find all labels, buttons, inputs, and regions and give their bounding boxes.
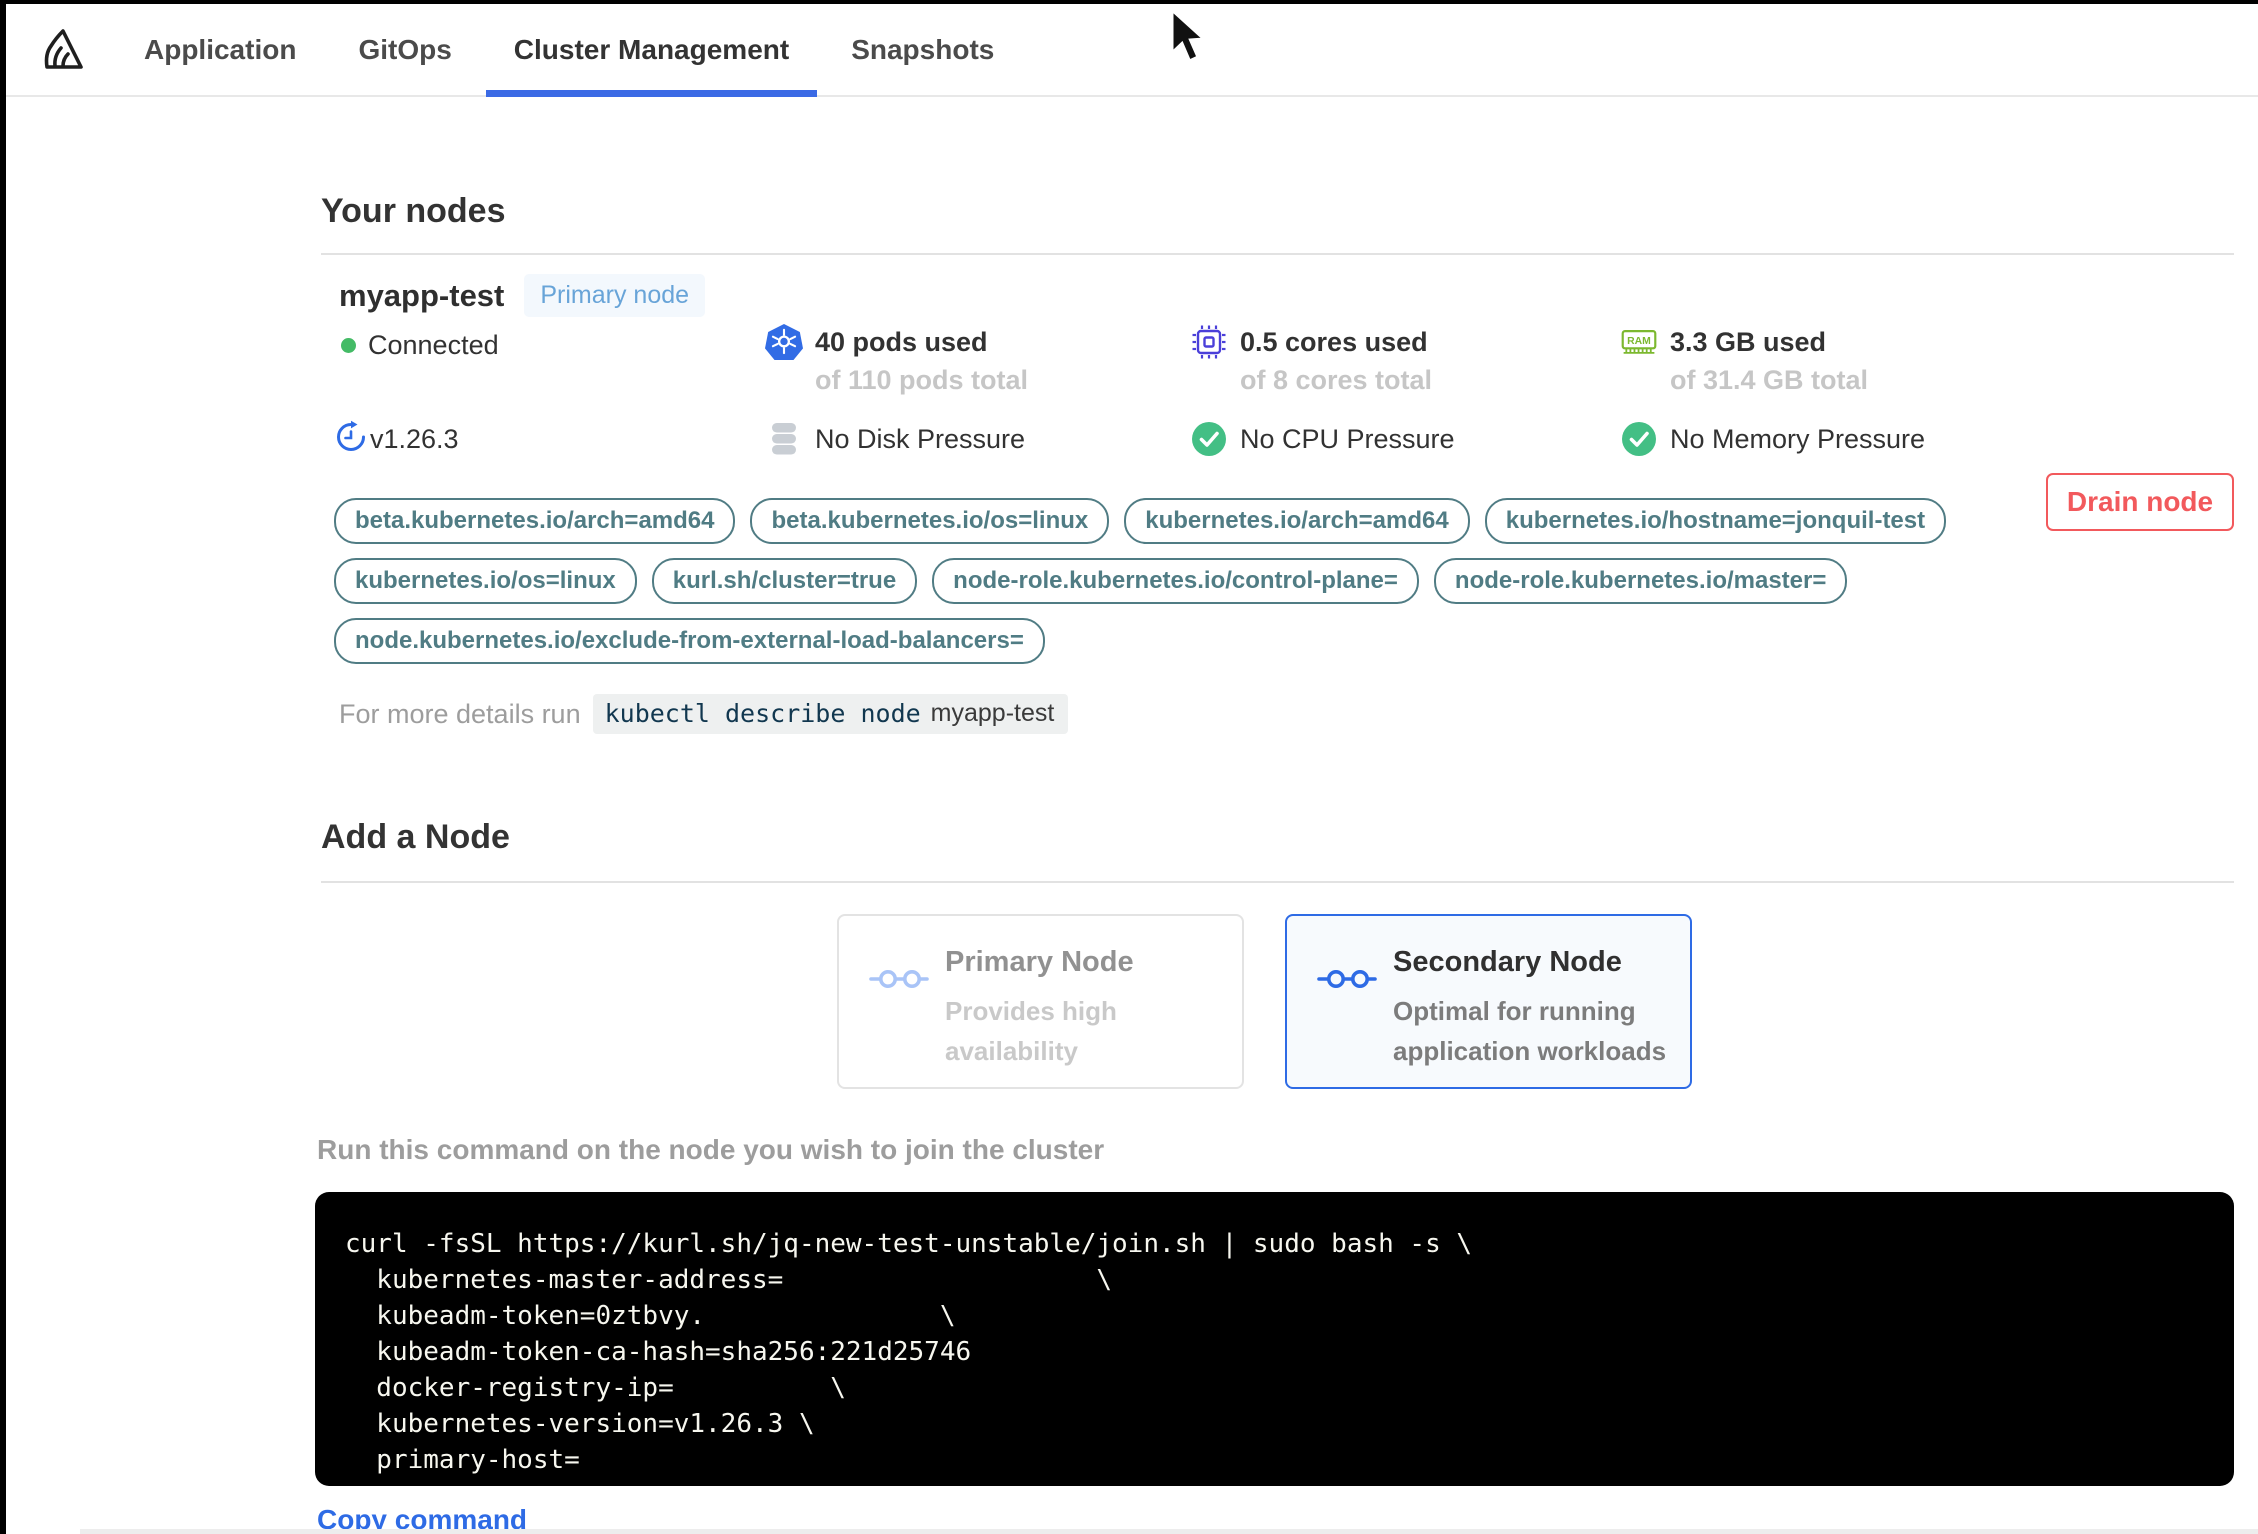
cpu-chip-icon: [1190, 323, 1228, 361]
stat-memory: RAM 3.3 GB used of 31.4 GB total: [1620, 323, 1868, 397]
nav-tabs: Application GitOps Cluster Management Sn…: [144, 4, 994, 97]
primary-node-option-title: Primary Node: [945, 946, 1134, 978]
secondary-node-option-desc: application workloads: [1393, 1036, 1667, 1066]
memory-used: 3.3 GB used: [1670, 327, 1827, 357]
node-header: myapp-test Primary node: [339, 274, 706, 317]
tab-gitops[interactable]: GitOps: [358, 4, 451, 95]
primary-node-option-desc: Provides high: [945, 996, 1117, 1026]
kubectl-command-arg: myapp-test: [930, 699, 1055, 727]
version-update-icon: [334, 420, 368, 454]
connected-dot-icon: [341, 338, 356, 353]
primary-node-option-desc: availability: [945, 1036, 1078, 1066]
node-link-icon: [869, 964, 931, 1087]
tab-snapshots[interactable]: Snapshots: [851, 4, 994, 95]
node-labels: beta.kubernetes.io/arch=amd64 beta.kubern…: [334, 498, 2034, 664]
your-nodes-title: Your nodes: [321, 192, 506, 230]
kubernetes-icon: [765, 323, 803, 361]
node-name: myapp-test: [339, 277, 505, 313]
pods-total: of 110 pods total: [815, 365, 1029, 395]
cores-used: 0.5 cores used: [1240, 327, 1428, 357]
node-version: v1.26.3: [334, 420, 459, 458]
condition-disk: No Disk Pressure: [765, 420, 1025, 458]
terminal-line: docker-registry-ip= \: [345, 1373, 846, 1403]
cores-total: of 8 cores total: [1240, 365, 1433, 395]
divider: [321, 253, 2234, 255]
memory-pressure-label: No Memory Pressure: [1670, 424, 1926, 454]
secondary-node-option-desc: Optimal for running: [1393, 996, 1636, 1026]
terminal-line: kubeadm-token-ca-hash=sha256:221d25746: [345, 1337, 972, 1367]
node-label-pill: node-role.kubernetes.io/control-plane=: [932, 558, 1419, 604]
node-link-icon: [1317, 964, 1379, 1087]
kubectl-command: kubectl describe node: [604, 699, 921, 728]
terminal-line: kubernetes-version=v1.26.3 \: [345, 1409, 815, 1439]
node-label-pill: kubernetes.io/arch=amd64: [1124, 498, 1470, 544]
disk-pressure-label: No Disk Pressure: [815, 424, 1026, 454]
condition-memory: No Memory Pressure: [1620, 420, 1925, 458]
secondary-node-option-card[interactable]: Secondary Node Optimal for running appli…: [1285, 914, 1692, 1089]
stat-cores: 0.5 cores used of 8 cores total: [1190, 323, 1432, 397]
top-nav: Application GitOps Cluster Management Sn…: [6, 4, 2258, 97]
svg-text:RAM: RAM: [1627, 336, 1651, 347]
drain-node-button[interactable]: Drain node: [2046, 473, 2234, 531]
primary-node-option-card[interactable]: Primary Node Provides high availability: [837, 914, 1244, 1089]
check-circle-icon: [1620, 420, 1658, 458]
node-label-pill: beta.kubernetes.io/os=linux: [750, 498, 1110, 544]
memory-total: of 31.4 GB total: [1670, 365, 1869, 395]
disk-icon: [765, 420, 803, 458]
stat-pods: 40 pods used of 110 pods total: [765, 323, 1028, 397]
check-circle-icon: [1190, 420, 1228, 458]
admin-console-screen: { "nav": { "tabs": ["Application", "GitO…: [0, 0, 2258, 1534]
join-command-terminal: curl -fsSL https://kurl.sh/jq-new-test-u…: [315, 1192, 2234, 1486]
mouse-cursor-icon: [1168, 6, 1208, 71]
pods-used: 40 pods used: [815, 327, 988, 357]
ram-icon: RAM: [1620, 323, 1658, 361]
node-label-pill: node-role.kubernetes.io/master=: [1433, 558, 1848, 604]
divider: [321, 881, 2234, 883]
terminal-line: kubeadm-token=0ztbvy. \: [345, 1301, 956, 1331]
terminal-line: curl -fsSL https://kurl.sh/jq-new-test-u…: [345, 1229, 1473, 1259]
details-prefix: For more details run: [339, 698, 581, 729]
node-status-label: Connected: [368, 330, 499, 360]
node-label-pill: kurl.sh/cluster=true: [651, 558, 918, 604]
join-instruction: Run this command on the node you wish to…: [317, 1134, 1105, 1165]
primary-node-badge: Primary node: [524, 274, 706, 317]
add-node-title: Add a Node: [321, 818, 510, 856]
node-label-pill: kubernetes.io/hostname=jonquil-test: [1484, 498, 1947, 544]
terminal-line: kubernetes-master-address= \: [345, 1265, 1113, 1295]
details-hint: For more details run kubectl describe no…: [339, 694, 1069, 734]
screen-edge: [0, 0, 2258, 4]
node-status: Connected: [339, 326, 499, 364]
version-label: v1.26.3: [370, 424, 459, 454]
node-label-pill: node.kubernetes.io/exclude-from-external…: [334, 618, 1045, 664]
screen-edge: [80, 1529, 2258, 1534]
terminal-line: primary-host=: [345, 1445, 580, 1475]
secondary-node-option-title: Secondary Node: [1393, 946, 1622, 978]
replicated-logo-icon: [36, 25, 86, 75]
node-label-pill: beta.kubernetes.io/arch=amd64: [334, 498, 736, 544]
condition-cpu: No CPU Pressure: [1190, 420, 1455, 458]
tab-application[interactable]: Application: [144, 4, 296, 95]
cpu-pressure-label: No CPU Pressure: [1240, 424, 1455, 454]
tab-cluster-management[interactable]: Cluster Management: [485, 4, 818, 97]
screen-edge: [0, 0, 6, 1534]
kubectl-command-chip: kubectl describe node myapp-test: [592, 694, 1069, 734]
node-label-pill: kubernetes.io/os=linux: [334, 558, 637, 604]
